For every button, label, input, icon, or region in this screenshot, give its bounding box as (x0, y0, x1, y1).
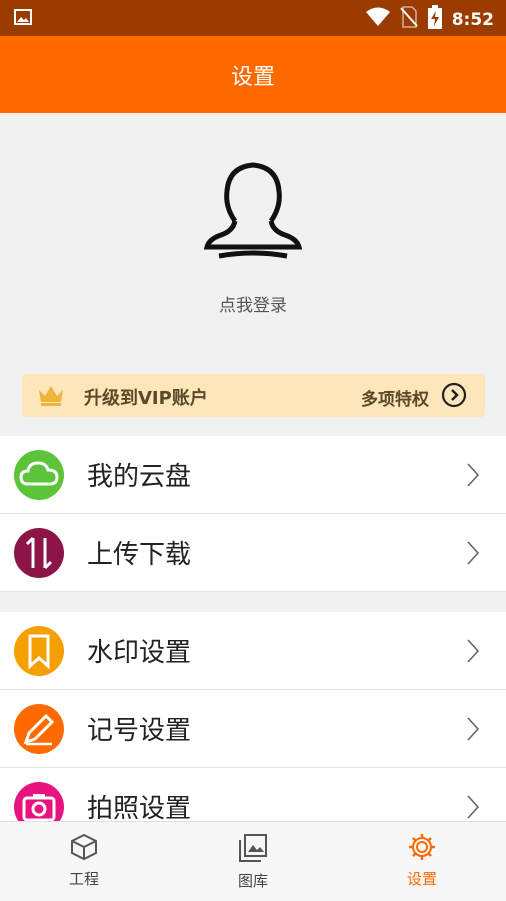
status-bar: 8:52 (0, 0, 506, 36)
menu-item-watermark[interactable]: 水印设置 (0, 612, 506, 690)
vip-upgrade-banner[interactable]: 升级到VIP账户 多项特权 (22, 374, 485, 417)
tab-gallery[interactable]: 图库 (213, 832, 293, 891)
menu-item-marker[interactable]: 记号设置 (0, 690, 506, 768)
arrow-right-circle-icon (441, 382, 467, 412)
tab-label: 工程 (68, 870, 99, 888)
menu-item-label: 我的云盘 (87, 462, 192, 492)
profile-section: 点我登录 升级到VIP账户 多项特权 (0, 113, 506, 435)
tab-label: 设置 (406, 870, 437, 888)
menu-item-transfer[interactable]: 上传下载 (0, 514, 506, 592)
crown-icon (37, 384, 65, 410)
chevron-right-icon (466, 462, 480, 492)
menu-item-label: 水印设置 (87, 638, 192, 668)
login-link[interactable]: 点我登录 (0, 291, 506, 316)
page-title: 设置 (230, 64, 275, 90)
avatar-icon[interactable] (203, 159, 303, 267)
menu-item-label: 上传下载 (87, 540, 192, 570)
menu-item-label: 记号设置 (87, 716, 192, 746)
pencil-icon (14, 704, 64, 754)
gallery-icon (237, 834, 269, 868)
bottom-tab-bar: 工程 图库 设置 (0, 821, 506, 901)
transfer-icon (14, 528, 64, 578)
menu-item-label: 拍照设置 (87, 794, 192, 824)
tab-settings[interactable]: 设置 (382, 832, 462, 889)
bookmark-icon (14, 626, 64, 676)
cloud-icon (14, 450, 64, 500)
chevron-right-icon (466, 540, 480, 570)
menu-item-cloud[interactable]: 我的云盘 (0, 436, 506, 514)
tab-label: 图库 (237, 872, 268, 890)
image-icon (14, 9, 32, 29)
chevron-right-icon (466, 638, 480, 668)
app-bar: 设置 (0, 36, 506, 113)
vip-more-label: 多项特权 (361, 390, 429, 410)
clock: 8:52 (451, 9, 494, 30)
chevron-right-icon (466, 716, 480, 746)
tab-project[interactable]: 工程 (44, 832, 124, 889)
wifi-icon (365, 7, 390, 32)
cube-icon (69, 833, 99, 866)
battery-charging-icon (427, 5, 442, 34)
gear-icon (407, 834, 437, 866)
no-sim-icon (399, 6, 418, 33)
vip-title: 升级到VIP账户 (84, 388, 208, 409)
chevron-right-icon (466, 794, 480, 824)
